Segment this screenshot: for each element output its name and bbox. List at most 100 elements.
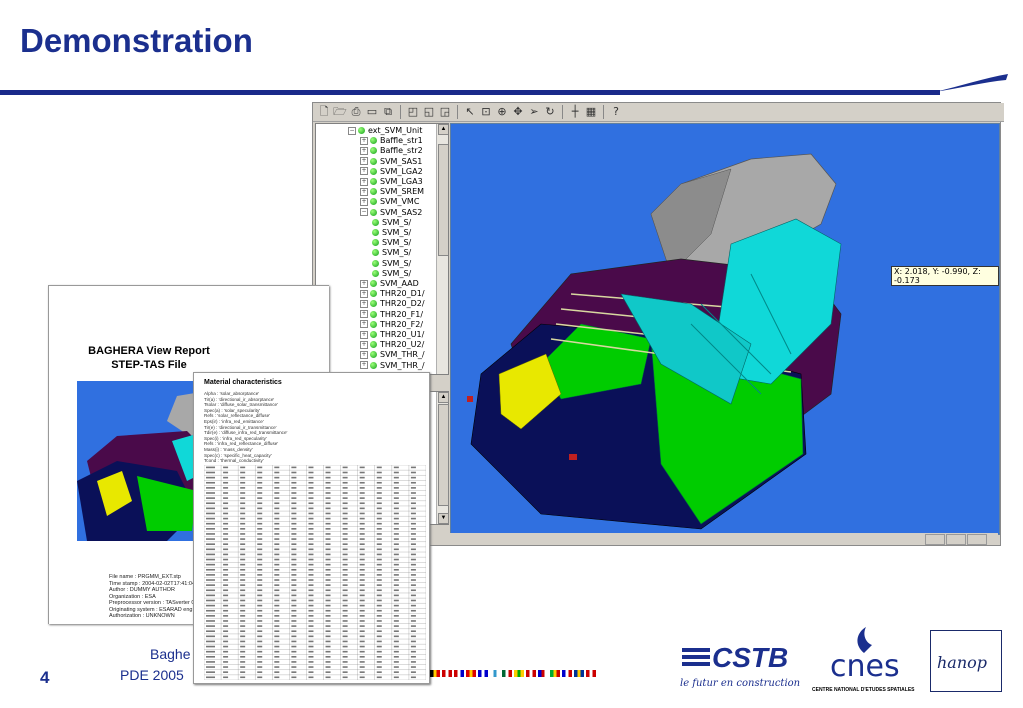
tree-node[interactable]: + SVM_LGA2 (360, 167, 423, 177)
tree-node[interactable]: SVM_S/ (372, 259, 411, 269)
expand-icon[interactable]: + (360, 157, 368, 166)
table-cell-text (308, 543, 314, 545)
grid-icon[interactable]: ▦ (584, 105, 598, 119)
table-cell-text (410, 553, 416, 556)
expand-icon[interactable]: + (360, 136, 368, 145)
help-icon[interactable]: ? (609, 105, 623, 119)
tree-node[interactable]: SVM_S/ (372, 269, 411, 279)
new-file-icon[interactable]: 🗋 (317, 105, 331, 119)
expand-icon[interactable]: + (360, 279, 368, 288)
node-status-icon (370, 280, 377, 287)
scroll-up-icon[interactable]: ▲ (438, 392, 449, 403)
tree-node[interactable]: SVM_S/ (372, 228, 411, 238)
tree-node[interactable]: − SVM_SAS2 (360, 208, 422, 218)
open-folder-icon[interactable]: 🗁 (333, 105, 347, 119)
table-cell-text (240, 471, 246, 474)
tree-node[interactable]: + SVM_VMC (360, 197, 419, 207)
tree-node[interactable]: + SVM_SAS1 (360, 157, 422, 167)
cube-front-icon[interactable]: ◱ (422, 105, 436, 119)
scroll-thumb[interactable] (438, 404, 449, 506)
tree-node[interactable]: + THR20_F2/ (360, 320, 423, 330)
3d-viewport[interactable]: X: 2.018, Y: -0.990, Z: -0.173 (450, 123, 1000, 535)
tree-node[interactable]: SVM_S/ (372, 248, 411, 258)
expand-icon[interactable]: + (360, 310, 368, 319)
table-cell-text (206, 620, 215, 622)
cube-view-icon[interactable]: ◰ (406, 105, 420, 119)
rotate-icon[interactable]: ↻ (543, 105, 557, 119)
expand-icon[interactable]: + (360, 320, 368, 329)
tree-node[interactable]: + THR20_D1/ (360, 289, 425, 299)
table-cell-text (240, 466, 246, 469)
expand-icon[interactable]: + (360, 340, 368, 349)
table-cell-text (325, 589, 331, 592)
scroll-up-icon[interactable]: ▲ (438, 124, 448, 135)
tree-node[interactable]: SVM_S/ (372, 238, 411, 248)
zoom-icon[interactable]: ⊕ (495, 105, 509, 119)
expand-icon[interactable]: + (360, 146, 368, 155)
tree-node-label: THR20_D1/ (380, 289, 425, 299)
print-icon[interactable]: ⎙ (349, 105, 363, 119)
expand-icon[interactable]: + (360, 177, 368, 186)
model-tree[interactable]: − ext_SVM_Unit + Baffle_str1 + Baffle_str2 + SV… (315, 123, 449, 375)
panel-scrollbar[interactable]: ▲ ▼ (436, 392, 449, 524)
tree-node[interactable]: + Baffle_str1 (360, 136, 423, 146)
fly-icon[interactable]: ➢ (527, 105, 541, 119)
tree-node[interactable]: + SVM_LGA3 (360, 177, 423, 187)
zoom-box-icon[interactable]: ⊡ (479, 105, 493, 119)
cube-side-icon[interactable]: ◲ (438, 105, 452, 119)
tree-node[interactable]: + THR20_U1/ (360, 330, 424, 340)
tree-node[interactable]: + THR20_F1/ (360, 310, 423, 320)
table-cell-text (393, 625, 399, 627)
tree-node[interactable]: + SVM_AAD (360, 279, 419, 289)
expand-icon[interactable]: + (360, 289, 368, 298)
table-cell-text (342, 553, 348, 556)
table-cell-text (291, 528, 297, 530)
pan-icon[interactable]: ✥ (511, 105, 525, 119)
expand-icon[interactable]: + (360, 350, 368, 359)
expand-icon[interactable]: + (360, 361, 368, 370)
scroll-thumb[interactable] (438, 144, 448, 256)
table-cell-text (393, 497, 399, 499)
copy-icon[interactable]: ⧉ (381, 105, 395, 119)
table-cell-text (206, 522, 215, 525)
window-icon[interactable]: ▭ (365, 105, 379, 119)
tree-node[interactable]: + SVM_THR_/ (360, 350, 425, 360)
collapse-icon[interactable]: − (360, 208, 368, 217)
expand-icon[interactable]: + (360, 197, 368, 206)
table-cell-text (274, 553, 280, 556)
tree-node[interactable]: + SVM_SREM (360, 187, 424, 197)
flag-icon (430, 670, 440, 677)
table-cell-text (274, 466, 280, 469)
table-cell-text (410, 471, 416, 474)
expand-icon[interactable]: + (360, 299, 368, 308)
table-cell-text (359, 481, 365, 484)
table-cell-text (410, 609, 416, 612)
expand-icon[interactable]: + (360, 167, 368, 176)
tree-node[interactable]: + THR20_U2/ (360, 340, 424, 350)
table-cell-text (308, 620, 314, 622)
table-cell-text (257, 666, 263, 668)
collapse-icon[interactable]: − (348, 126, 356, 135)
expand-icon[interactable]: + (360, 330, 368, 339)
tree-node[interactable]: − ext_SVM_Unit (348, 126, 422, 136)
axes-icon[interactable]: ┼ (568, 105, 582, 119)
table-cell-text (223, 507, 229, 510)
scroll-down-icon[interactable]: ▼ (438, 513, 449, 524)
expand-icon[interactable]: + (360, 187, 368, 196)
tree-node[interactable]: SVM_S/ (372, 218, 411, 228)
table-cell-text (393, 512, 399, 515)
table-cell-text (274, 481, 280, 484)
tree-scrollbar[interactable]: ▲ (436, 124, 448, 374)
table-cell-text (291, 656, 297, 658)
table-cell-text (359, 584, 365, 586)
tree-node[interactable]: + SVM_THR_/ (360, 361, 425, 371)
table-cell-text (376, 548, 382, 551)
table-cell-text (325, 625, 331, 627)
pointer-icon[interactable]: ↖ (463, 105, 477, 119)
table-cell-text (274, 558, 280, 561)
tree-node[interactable]: + THR20_D2/ (360, 299, 425, 309)
table-cell-text (342, 548, 348, 551)
table-cell-text (393, 650, 399, 653)
tree-node[interactable]: + Baffle_str2 (360, 146, 423, 156)
table-cell-text (257, 553, 263, 556)
